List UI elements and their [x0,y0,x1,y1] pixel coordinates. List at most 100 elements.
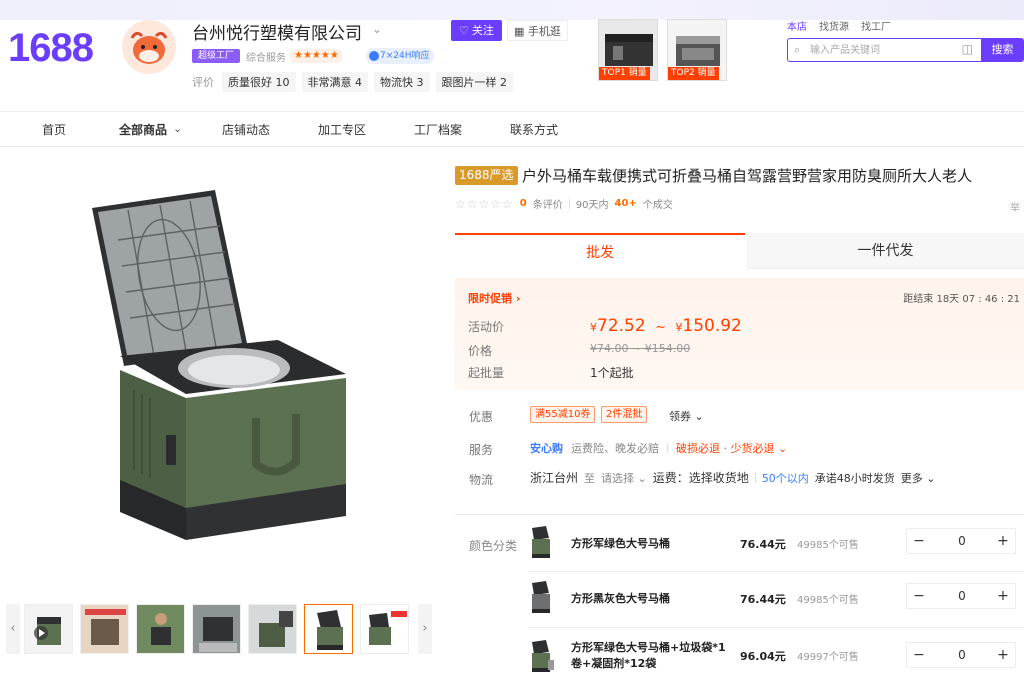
get-coupon-dropdown[interactable]: 领券 ⌄ [669,408,704,424]
divider [667,443,668,453]
coupon-badge[interactable]: 满55减10券 [530,406,596,423]
thumbnail-image [81,605,128,653]
nav-factory-profile[interactable]: 工厂档案 [414,121,462,138]
assurance-link[interactable]: 安心购 [530,440,563,456]
top-label: TOP2 销量 [668,67,719,80]
sku-row: 方形军绿色大号马桶+垃圾袋*1卷+凝固剂*12袋 96.04元 49997个可售… [528,640,1024,685]
search-tab-factory[interactable]: 找工厂 [861,18,891,33]
thumbnail[interactable] [248,604,297,654]
quantity-stepper: − 0 + [906,583,1016,609]
chevron-down-icon[interactable]: ⌄ [372,22,382,36]
divider [528,571,1024,572]
main-product-image[interactable] [70,180,370,570]
chevron-right-icon[interactable]: › [418,604,432,654]
shop-avatar[interactable] [122,20,176,74]
plus-icon[interactable]: + [991,643,1015,667]
top-label: TOP1 销量 [599,67,650,80]
sku-thumbnail[interactable] [528,581,556,617]
sku-name: 方形黑灰色大号马桶 [571,592,670,605]
quantity-stepper: − 0 + [906,528,1016,554]
rating-tag[interactable]: 物流快 3 [374,72,430,92]
plus-icon[interactable]: + [991,584,1015,608]
thumbnail-active[interactable] [304,604,353,654]
search-icon: ⌕ [794,43,801,56]
report-link[interactable]: 举 [1010,199,1020,214]
flash-sale-tag[interactable]: 限时促销 › [468,290,520,306]
rating-row: 评价 质量很好 10 非常满意 4 物流快 3 跟图片一样 2 [192,72,513,92]
plus-icon[interactable]: + [991,529,1015,553]
coupon-badge[interactable]: 2件混批 [601,406,648,423]
search-scope-tabs: 本店 找货源 找工厂 [787,18,891,33]
thumbnail-image [361,605,408,653]
service-row-label: 服务 [469,443,494,457]
sku-thumbnail[interactable] [528,526,556,562]
factory-badge: 超级工厂 [192,49,241,63]
search-box: ⌕ ◫ [787,38,982,62]
rating-tag[interactable]: 质量很好 10 [222,72,296,92]
price-high: 150.92 [682,316,742,336]
mobile-view-button[interactable]: ▦ 手机逛 [507,20,568,41]
chevron-left-icon[interactable]: ‹ [6,604,20,654]
review-suffix: 条评价 [532,200,563,211]
quantity-input[interactable]: 0 [931,643,993,667]
sku-thumbnail[interactable] [528,640,556,676]
portable-toilet-image [92,190,346,540]
more-dropdown[interactable]: 更多 ⌄ [901,470,936,486]
nav-contact[interactable]: 联系方式 [510,121,558,138]
minus-icon[interactable]: − [907,584,931,608]
response-badge: 7×24H响应 [366,48,434,64]
divider [528,627,1024,628]
rating-tag[interactable]: 跟图片一样 2 [435,72,513,92]
minus-icon[interactable]: − [907,643,931,667]
nav-processing[interactable]: 加工专区 [318,121,366,138]
tab-dropship[interactable]: 一件代发 [747,233,1024,269]
product-title: 户外马桶车载便携式可折叠马桶自驾露营野营家用防臭厕所大人老人 [522,167,973,185]
thumbnail-image [249,605,296,653]
review-count[interactable]: 0 [520,198,527,209]
shop-name[interactable]: 台州悦行塑模有限公司 [192,19,362,44]
thumbnail[interactable] [360,604,409,654]
top-product-1[interactable]: TOP1 销量 [598,19,658,81]
service-label: 综合服务 [246,53,286,64]
search-input[interactable] [788,39,938,61]
moq-value: 1个起批 [590,366,634,380]
tab-wholesale[interactable]: 批发 [455,233,745,269]
nav-all-products[interactable]: 全部商品 [119,121,167,138]
destination-select[interactable]: 请选择 ⌄ [601,470,647,486]
bull-mascot-icon [122,20,176,74]
top-product-2[interactable]: TOP2 销量 [667,19,727,81]
delivery-qty[interactable]: 50个以内 [762,470,809,486]
chevron-down-icon[interactable]: ⌄ [173,122,182,135]
thumbnail[interactable] [80,604,129,654]
camera-icon[interactable]: ◫ [962,42,973,56]
color-category-label: 颜色分类 [469,539,518,553]
thumbnail[interactable] [192,604,241,654]
sku-stock: 49985个可售 [797,540,859,551]
search-button[interactable]: 搜索 [981,38,1024,62]
service-extras: 运费险、晚发必赔 [571,442,659,455]
search-tab-shop[interactable]: 本店 [787,18,807,33]
thumbnail-strip: ‹ › [6,604,432,656]
thumbnail-video[interactable] [24,604,73,654]
service-stars: ★★★★★ [290,49,343,63]
rating-label: 评价 [192,76,214,89]
nav-shop-news[interactable]: 店铺动态 [222,121,270,138]
rating-stars: ☆☆☆☆☆ [455,196,514,211]
rating-tag[interactable]: 非常满意 4 [301,72,368,92]
nav-home[interactable]: 首页 [42,121,66,138]
quantity-input[interactable]: 0 [931,584,993,608]
ship-to: 至 [584,471,596,485]
divider [754,472,756,483]
sales-count: 40+ [614,198,637,209]
return-policy[interactable]: 破损必退 · 少货必退 ⌄ [676,440,787,456]
promo-price-box: 限时促销 › 距结束 18天 07 : 46 : 21 活动价 价格 起批量 ¥… [455,278,1024,390]
follow-button[interactable]: ♡ 关注 [451,20,502,41]
review-summary: ☆☆☆☆☆ 0 条评价 90天内 40+ 个成交 [455,196,673,212]
site-logo[interactable]: 1688 [8,26,94,71]
quantity-input[interactable]: 0 [931,529,993,553]
thumbnail[interactable] [136,604,185,654]
thumbnail-image [193,605,240,653]
sku-name: 方形军绿色大号马桶+垃圾袋*1卷+凝固剂*12袋 [571,641,726,670]
minus-icon[interactable]: − [907,529,931,553]
search-tab-source[interactable]: 找货源 [819,18,849,33]
